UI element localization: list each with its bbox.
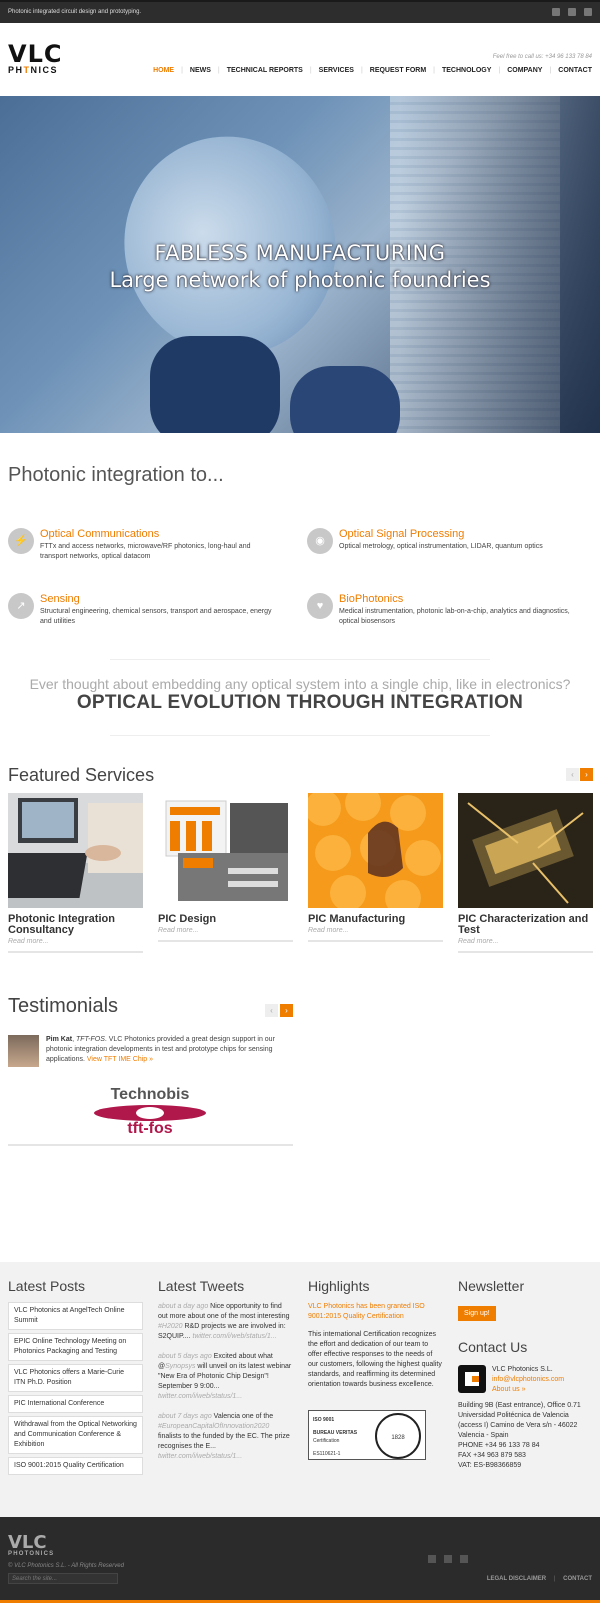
read-more-link[interactable]: Read more... — [458, 938, 593, 945]
fax: FAX +34 963 879 583 — [458, 1452, 526, 1459]
highlights-heading: Highlights — [308, 1278, 370, 1294]
read-more-link[interactable]: Read more... — [308, 927, 443, 934]
services-next-button[interactable]: › — [580, 768, 593, 781]
nav-company[interactable]: COMPANY — [507, 67, 542, 74]
linkedin-icon[interactable] — [568, 8, 576, 16]
service-card[interactable]: PIC Manufacturing Read more... — [308, 793, 443, 942]
testimonial-company: TFT-FOS — [75, 1036, 105, 1043]
nav-news[interactable]: NEWS — [190, 67, 211, 74]
latest-posts: Latest Posts VLC Photonics at AngelTech … — [8, 1278, 143, 1478]
tweet: about 7 days ago Valencia one of the #Eu… — [158, 1413, 290, 1460]
tweet: about a day ago Nice opportunity to find… — [158, 1303, 290, 1340]
quote-headline: OPTICAL EVOLUTION THROUGH INTEGRATION — [76, 692, 524, 713]
footer-logo[interactable]: VLC PHOTONICS — [8, 1534, 54, 1558]
service-card[interactable]: PIC Characterization and Test Read more.… — [458, 793, 593, 953]
youtube-icon[interactable] — [460, 1555, 468, 1563]
avatar — [8, 1035, 39, 1067]
latest-posts-heading: Latest Posts — [8, 1278, 86, 1294]
arrow-icon: ↗ — [8, 593, 34, 619]
integration-heading: Photonic integration to... — [8, 464, 224, 486]
about-link[interactable]: About us » — [492, 1385, 525, 1395]
testimonial-author: Pim Kat — [46, 1036, 73, 1043]
footer-links: LEGAL DISCLAIMER | CONTACT — [486, 1576, 592, 1582]
testimonials-prev-button[interactable]: ‹ — [265, 1004, 278, 1017]
svg-text:tft-fos: tft-fos — [127, 1120, 172, 1136]
contact-link[interactable]: CONTACT — [563, 1576, 592, 1582]
company-name: VLC Photonics S.L. — [492, 1366, 553, 1373]
logo[interactable]: VLC PHTNICS — [8, 40, 63, 75]
signal-icon: ◉ — [307, 528, 333, 554]
nav-technical-reports[interactable]: TECHNICAL REPORTS — [227, 67, 303, 74]
service-image — [158, 793, 293, 908]
vat: VAT: ES-B98366859 — [458, 1462, 522, 1469]
service-image — [8, 793, 143, 908]
flickr-icon[interactable] — [552, 8, 560, 16]
divider — [110, 735, 490, 736]
linkedin-icon[interactable] — [444, 1555, 452, 1563]
services-prev-button[interactable]: ‹ — [566, 768, 579, 781]
bottom-footer: VLC PHOTONICS © VLC Photonics S.L. - All… — [0, 1517, 600, 1603]
tagline: Photonic integrated circuit design and p… — [8, 9, 142, 15]
signup-button[interactable]: Sign up! — [458, 1306, 496, 1321]
contact-heading: Contact Us — [458, 1339, 528, 1355]
post-link[interactable]: VLC Photonics offers a Marie-Curie ITN P… — [8, 1364, 143, 1392]
post-link[interactable]: Withdrawal from the Optical Networking a… — [8, 1416, 143, 1454]
service-card[interactable]: PIC Design Read more... — [158, 793, 293, 942]
top-bar: Photonic integrated circuit design and p… — [0, 0, 600, 23]
divider — [110, 659, 490, 660]
highlights: Highlights VLC Photonics has been grante… — [308, 1278, 443, 1460]
tweet: about 5 days ago Excited about what @Syn… — [158, 1353, 292, 1400]
company-logo-icon — [458, 1365, 486, 1393]
logo-subtext: PHTNICS — [8, 65, 59, 75]
search-input[interactable]: Search the site... — [8, 1573, 118, 1584]
featured-services-heading: Featured Services — [8, 765, 155, 785]
email-link[interactable]: info@vlcphotonics.com — [492, 1375, 564, 1385]
highlight-link[interactable]: VLC Photonics has been granted ISO 9001:… — [308, 1302, 443, 1322]
testimonials-next-button[interactable]: › — [280, 1004, 293, 1017]
nav-services[interactable]: SERVICES — [319, 67, 354, 74]
iso-certificate-badge: ISO 9001 BUREAU VERITAS Certification ES… — [308, 1410, 426, 1460]
hero-title: FABLESS MANUFACTURING — [154, 241, 446, 265]
read-more-link[interactable]: Read more... — [158, 927, 293, 934]
newsletter-heading: Newsletter — [458, 1278, 525, 1294]
legal-disclaimer-link[interactable]: LEGAL DISCLAIMER — [487, 1576, 546, 1582]
post-link[interactable]: VLC Photonics at AngelTech Online Summit — [8, 1302, 143, 1330]
tweet-link[interactable]: twitter.com/i/web/status/1... — [158, 1393, 242, 1400]
nav-contact[interactable]: CONTACT — [558, 67, 592, 74]
youtube-icon[interactable] — [584, 8, 592, 16]
post-link[interactable]: ISO 9001:2015 Quality Certification — [8, 1457, 143, 1475]
testimonials-heading: Testimonials — [8, 995, 119, 1017]
logo-text: VLC — [8, 40, 63, 68]
service-card[interactable]: Photonic Integration Consultancy Read mo… — [8, 793, 143, 953]
latest-tweets-heading: Latest Tweets — [158, 1278, 245, 1294]
header: VLC PHTNICS Feel free to call us: +34 96… — [0, 23, 600, 96]
latest-tweets: Latest Tweets about a day ago Nice oppor… — [158, 1278, 293, 1472]
lightning-icon: ⚡ — [8, 528, 34, 554]
flickr-icon[interactable] — [428, 1555, 436, 1563]
nav-home[interactable]: HOME — [153, 67, 174, 74]
tweet-link[interactable]: twitter.com/i/web/status/1... — [193, 1333, 277, 1340]
copyright: © VLC Photonics S.L. - All Rights Reserv… — [8, 1563, 124, 1569]
testimonial-link[interactable]: View TFT IME Chip » — [87, 1056, 153, 1063]
main-nav: HOME | NEWS | TECHNICAL REPORTS | SERVICES |… — [153, 67, 592, 74]
technobis-logo: Technobis tft-fos — [92, 1083, 208, 1137]
call-us: Feel free to call us: +34 96 133 78 84 — [492, 54, 592, 60]
hero-subtitle: Large network of photonic foundries — [109, 268, 491, 292]
hero-slider[interactable]: FABLESS MANUFACTURING Large network of p… — [0, 96, 600, 433]
heart-icon: ♥ — [307, 593, 333, 619]
quote-question: Ever thought about embedding any optical… — [29, 676, 571, 692]
post-link[interactable]: PIC International Conference — [8, 1395, 143, 1413]
svg-text:Technobis: Technobis — [111, 1086, 190, 1103]
nav-technology[interactable]: TECHNOLOGY — [442, 67, 491, 74]
highlight-text: This international Certification recogni… — [308, 1331, 442, 1388]
service-image — [458, 793, 593, 908]
address: Building 9B (East entrance), Office 0.71… — [458, 1402, 581, 1439]
phone: PHONE +34 96 133 78 84 — [458, 1442, 540, 1449]
service-image — [308, 793, 443, 908]
nav-request-form[interactable]: REQUEST FORM — [370, 67, 426, 74]
read-more-link[interactable]: Read more... — [8, 938, 143, 945]
post-link[interactable]: EPIC Online Technology Meeting on Photon… — [8, 1333, 143, 1361]
tweet-link[interactable]: twitter.com/i/web/status/1... — [158, 1453, 242, 1460]
newsletter-contact: Newsletter Sign up! Contact Us VLC Photo… — [458, 1278, 593, 1471]
